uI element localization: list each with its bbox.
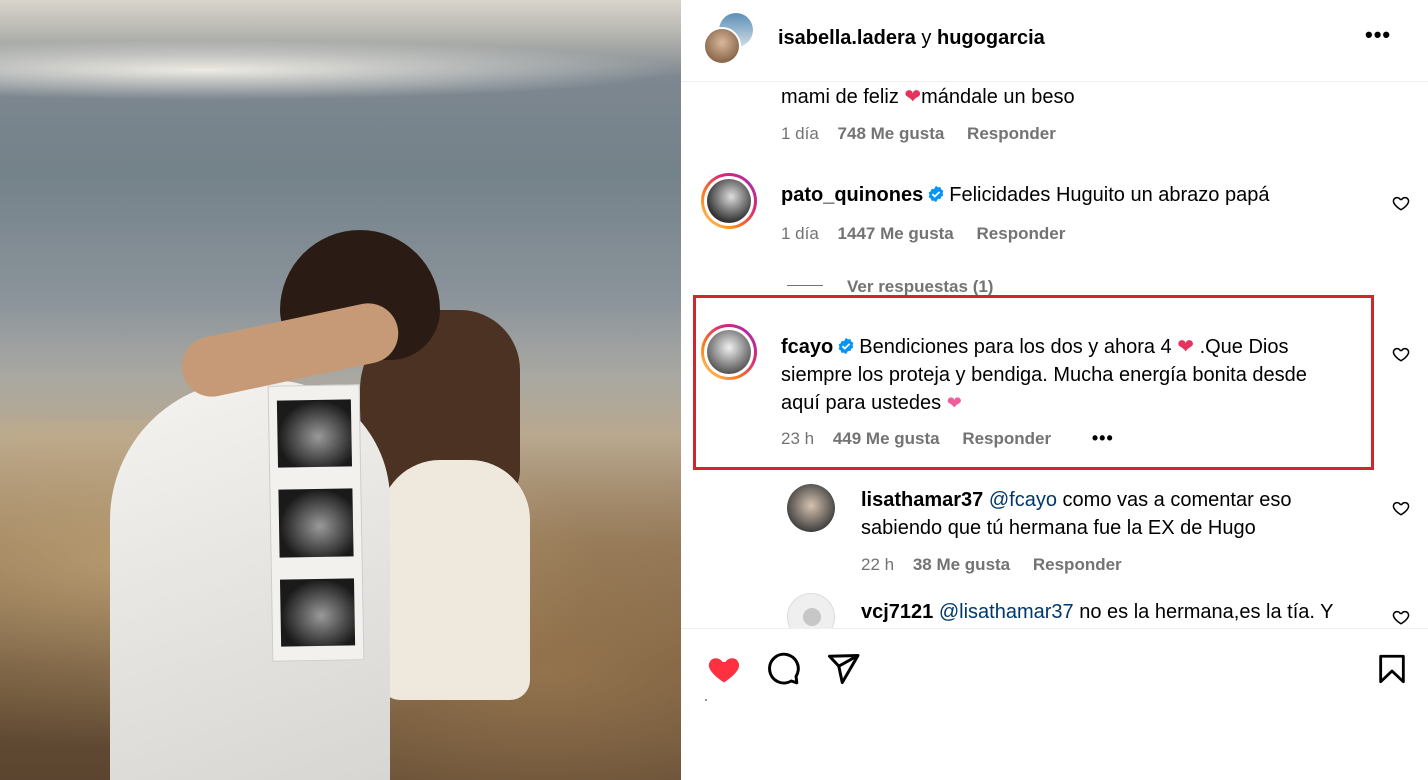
comment-likes[interactable]: 1447 Me gusta: [838, 224, 954, 243]
joiner-text: y: [915, 27, 937, 49]
collab-avatar-1[interactable]: [703, 27, 741, 65]
avatar[interactable]: [701, 173, 757, 229]
heart-outline-icon[interactable]: [1392, 345, 1410, 363]
heart-outline-icon[interactable]: [1392, 499, 1410, 517]
comment-username[interactable]: pato_quinones: [781, 184, 923, 206]
comment-likes[interactable]: 449 Me gusta: [833, 429, 940, 448]
dot-marker: [705, 699, 707, 701]
reply-button[interactable]: Responder: [1033, 555, 1122, 574]
ultrasound-frame: [278, 488, 354, 558]
bookmark-icon[interactable]: [1375, 651, 1409, 687]
heart-emoji: ❤: [904, 86, 922, 108]
mention-link[interactable]: @fcayo: [989, 489, 1057, 511]
comment-time: 22 h: [861, 555, 895, 574]
comment-text: fcayo Bendiciones para los dos y ahora 4 …: [781, 336, 1307, 414]
ultrasound-frame: [279, 578, 356, 647]
post-action-bar: [681, 628, 1428, 780]
comment-text: vcj7121 @lisathamar37 no es la hermana,e…: [861, 601, 1334, 623]
comment-options-icon[interactable]: •••: [1092, 428, 1114, 448]
avatar[interactable]: [701, 324, 757, 380]
comment-meta: 1 día 1447 Me gusta Responder: [781, 224, 1065, 244]
collab-usernames: isabella.ladera y hugogarcia: [778, 27, 1045, 50]
comment-time: 1 día: [781, 224, 819, 243]
comment-likes[interactable]: 38 Me gusta: [913, 555, 1010, 574]
username-hugo[interactable]: hugogarcia: [937, 27, 1045, 49]
view-replies-button[interactable]: Ver respuestas (1): [847, 277, 993, 297]
heart-filled-icon[interactable]: [705, 651, 743, 687]
heart-outline-icon[interactable]: [1392, 194, 1410, 212]
comment-meta: 22 h 38 Me gusta Responder: [861, 555, 1122, 575]
heart-emoji: ❤: [1177, 336, 1194, 358]
ultrasound-strip: [267, 384, 365, 662]
comment-time: 1 día: [781, 124, 819, 143]
share-icon[interactable]: [825, 651, 861, 687]
more-horizontal-icon[interactable]: •••: [1365, 22, 1391, 48]
reply-button[interactable]: Responder: [962, 429, 1051, 448]
woman-figure: [380, 460, 530, 700]
post-side-panel: isabella.ladera y hugogarcia ••• mami de…: [681, 0, 1428, 780]
username-isabella[interactable]: isabella.ladera: [778, 27, 916, 49]
comment-time: 23 h: [781, 429, 815, 448]
two-hearts-emoji: ❤: [946, 393, 962, 413]
comment-text: mami de feliz ❤mándale un beso: [781, 86, 1075, 108]
mention-link[interactable]: @lisathamar37: [939, 601, 1074, 623]
comment-username[interactable]: vcj7121: [861, 601, 933, 623]
ultrasound-frame: [276, 399, 353, 468]
heart-outline-icon[interactable]: [1392, 608, 1410, 626]
replies-divider: [787, 285, 823, 286]
comment-meta: 23 h 449 Me gusta Responder •••: [781, 428, 1114, 449]
comments-list[interactable]: mami de feliz ❤mándale un beso 1 día 748…: [681, 83, 1428, 628]
comment-text: pato_quinones Felicidades Huguito un abra…: [781, 184, 1270, 206]
verified-badge-icon: [838, 337, 854, 355]
reply-button[interactable]: Responder: [977, 224, 1066, 243]
comment-likes[interactable]: 748 Me gusta: [838, 124, 945, 143]
avatar[interactable]: [787, 484, 835, 532]
post-header: isabella.ladera y hugogarcia •••: [681, 0, 1428, 82]
comment-icon[interactable]: [765, 651, 801, 687]
verified-badge-icon: [928, 185, 944, 203]
avatar[interactable]: [787, 593, 835, 628]
reply-button[interactable]: Responder: [967, 124, 1056, 143]
post-photo: [0, 0, 681, 780]
comment-text: lisathamar37 @fcayo como vas a comentar …: [861, 489, 1292, 539]
comment-meta: 1 día 748 Me gusta Responder: [781, 124, 1056, 144]
sea-glare: [0, 40, 681, 100]
comment-username[interactable]: lisathamar37: [861, 489, 983, 511]
comment-username[interactable]: fcayo: [781, 336, 833, 358]
